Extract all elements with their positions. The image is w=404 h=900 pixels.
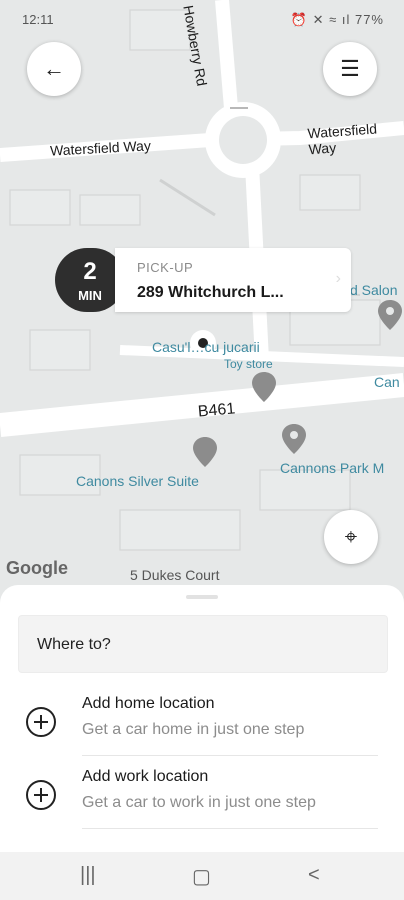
poi-sublabel: Toy store xyxy=(224,357,273,371)
pickup-marker[interactable]: 2 MIN PICK-UP 289 Whitchurch L... › xyxy=(55,248,351,312)
item-title: Add work location xyxy=(82,768,209,785)
home-button[interactable]: ▢ xyxy=(192,864,211,889)
where-to-input[interactable]: Where to? xyxy=(18,615,388,673)
item-subtitle: Get a car home in just one step xyxy=(82,721,305,738)
recenter-button[interactable]: ⌖ xyxy=(324,510,378,564)
map-view[interactable]: 12:11 ⏰ ✕ ≈ ıl 77% ← ☰ Howberry Rd Water… xyxy=(0,0,404,610)
system-nav-bar: ||| ▢ < xyxy=(0,852,404,900)
sheet-handle[interactable] xyxy=(186,595,218,599)
pickup-caption: PICK-UP xyxy=(137,260,194,275)
status-bar: 12:11 ⏰ ✕ ≈ ıl 77% xyxy=(0,0,404,36)
road-label: B461 xyxy=(197,400,237,421)
arrow-left-icon: ← xyxy=(43,56,65,81)
where-to-label: Where to? xyxy=(37,636,111,653)
item-title: Add home location xyxy=(82,695,215,712)
item-subtitle: Get a car to work in just one step xyxy=(82,794,316,811)
add-circle-icon xyxy=(26,780,56,810)
poi-label: d Salon xyxy=(350,282,398,298)
recent-apps-button[interactable]: ||| xyxy=(80,864,96,887)
poi-label: Cannons Park M xyxy=(280,460,385,476)
divider xyxy=(82,828,378,829)
hamburger-menu-icon: ☰ xyxy=(340,56,360,81)
menu-button[interactable]: ☰ xyxy=(323,42,377,96)
status-icons: ⏰ ✕ ≈ ıl 77% xyxy=(290,12,384,27)
poi-label: Casu'l…cu jucarii xyxy=(152,339,260,355)
bottom-sheet: Where to? Add home location Get a car ho… xyxy=(0,585,404,852)
pickup-card[interactable]: PICK-UP 289 Whitchurch L... › xyxy=(115,248,351,312)
chevron-right-icon: › xyxy=(335,270,341,287)
status-time: 12:11 xyxy=(22,12,54,27)
add-home-location[interactable]: Add home location Get a car home in just… xyxy=(26,689,386,759)
poi-label: Canons Silver Suite xyxy=(76,473,199,489)
back-button[interactable]: ← xyxy=(27,42,81,96)
add-circle-icon xyxy=(26,707,56,737)
crosshair-icon: ⌖ xyxy=(344,524,358,549)
divider xyxy=(82,755,378,756)
road-label: Watersfield Way xyxy=(307,120,378,158)
add-work-location[interactable]: Add work location Get a car to work in j… xyxy=(26,762,386,832)
pickup-address: 289 Whitchurch L... xyxy=(137,284,284,301)
google-logo: Google xyxy=(6,558,68,578)
battery-level: 77% xyxy=(354,12,384,27)
poi-label: 5 Dukes Court xyxy=(130,567,220,583)
poi-label: Can xyxy=(374,374,400,390)
back-nav-button[interactable]: < xyxy=(308,864,320,887)
